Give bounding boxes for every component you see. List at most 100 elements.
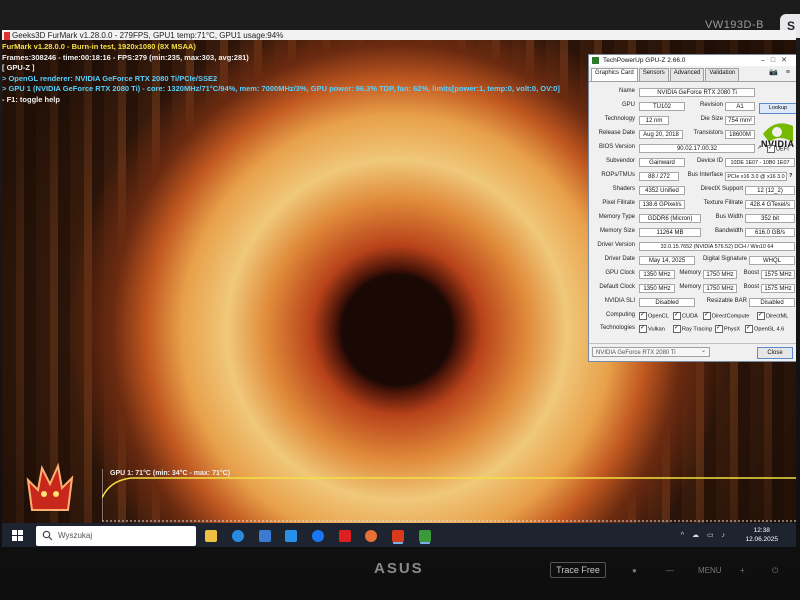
field-gpu[interactable]: TU102 (639, 102, 685, 111)
bus-help-button[interactable]: ? (789, 173, 792, 179)
field-device-id[interactable]: 10DE 1E07 - 10B0 1E07 (725, 158, 795, 167)
field-sli[interactable]: Disabled (639, 298, 695, 307)
label-gpu-clock: GPU Clock (605, 270, 635, 276)
device-select[interactable]: NVIDIA GeForce RTX 2080 Ti (592, 346, 710, 357)
clock-time: 12:38 (753, 527, 770, 534)
overlay-line-gpuz: [ GPU-Z ] (2, 63, 35, 72)
edge-icon[interactable] (232, 530, 244, 542)
label-revision: Revision (699, 102, 723, 108)
clock-date: 12.06.2025 (745, 536, 778, 543)
gpuz-graphics-card-panel: Name NVIDIA GeForce RTX 2080 Ti Lookup G… (589, 82, 796, 340)
label-subvendor: Subvendor (605, 158, 635, 164)
gpuz-app-icon (592, 57, 599, 64)
field-transistors[interactable]: 18600M (725, 130, 755, 139)
browser-icon[interactable] (365, 530, 377, 542)
field-release-date[interactable]: Aug 20, 2018 (639, 130, 683, 139)
label-memory-clock: Memory (679, 270, 701, 276)
checkbox-vulkan: Vulkan (639, 324, 665, 333)
label-bandwidth: Bandwidth (714, 228, 743, 234)
field-directx[interactable]: 12 (12_2) (745, 186, 795, 195)
field-driver-version[interactable]: 32.0.15.7652 (NVIDIA 576.52) DCH / Win10… (639, 242, 795, 251)
monitor-brand-logo: ASUS (374, 560, 424, 577)
overlay-line-gpu-stats: > GPU 1 (NVIDIA GeForce RTX 2080 Ti) - c… (2, 84, 560, 93)
field-driver-date[interactable]: May 14, 2025 (639, 256, 695, 265)
monitor-menu-button[interactable]: MENU (698, 566, 722, 575)
field-die-size[interactable]: 754 mm² (725, 116, 755, 125)
taskbar-clock[interactable]: 12:38 12.06.2025 (745, 526, 778, 544)
gpuz-title: TechPowerUp GPU-Z 2.66.0 (603, 57, 686, 64)
furmark-window-title: Geeks3D FurMark v1.28.0.0 - 279FPS, GPU1… (12, 31, 284, 40)
field-default-memory[interactable]: 1750 MHz (703, 284, 737, 293)
field-pixel-fillrate[interactable]: 138.6 GPixel/s (639, 200, 685, 209)
field-bus-interface[interactable]: PCIe x16 3.0 @ x16 3.0 (725, 172, 787, 181)
screen: Geeks3D FurMark v1.28.0.0 - 279FPS, GPU1… (2, 30, 796, 547)
store-icon[interactable] (259, 530, 271, 542)
field-shaders[interactable]: 4352 Unified (639, 186, 685, 195)
overlay-line-help: - F1: toggle help (2, 94, 60, 104)
checkbox-directcompute: DirectCompute (703, 311, 749, 320)
window-controls[interactable]: –□✕ (761, 55, 793, 66)
label-name: Name (618, 88, 635, 94)
windows-start-icon[interactable] (12, 530, 23, 541)
camera-menu-icons[interactable]: 📷 ≡ (769, 68, 793, 76)
youtube-icon[interactable] (339, 530, 351, 542)
field-bandwidth[interactable]: 616.0 GB/s (745, 228, 795, 237)
facebook-icon[interactable] (312, 530, 324, 542)
field-subvendor[interactable]: Gainward (639, 158, 685, 167)
tab-sensors[interactable]: Sensors (638, 68, 669, 81)
field-bus-width[interactable]: 352 bit (745, 214, 795, 223)
field-boost[interactable]: 1575 MHz (761, 270, 795, 279)
label-default-memory: Memory (679, 284, 701, 290)
gpuz-titlebar[interactable]: TechPowerUp GPU-Z 2.66.0 –□✕ (589, 55, 796, 66)
field-default-clock[interactable]: 1350 MHz (639, 284, 675, 293)
field-memory-clock[interactable]: 1750 MHz (703, 270, 737, 279)
search-placeholder: Wyszukaj (58, 531, 93, 540)
windows-taskbar: Wyszukaj ^ ☁ ▭ ♪ 12:38 12.06.2025 (2, 523, 796, 547)
monitor-trace-free-button[interactable]: Trace Free (550, 562, 606, 578)
label-directx: DirectX Support (700, 186, 743, 192)
search-icon (42, 530, 53, 541)
label-computing: Computing (605, 312, 635, 318)
field-resizable-bar[interactable]: Disabled (749, 298, 795, 307)
temperature-graph-label: GPU 1: 71°C (min: 34°C - max: 71°C) (110, 470, 231, 477)
field-digital-signature[interactable]: WHQL (749, 256, 795, 265)
tab-graphics-card[interactable]: Graphics Card (591, 68, 638, 81)
label-bus-interface: Bus Interface (687, 172, 723, 178)
label-bios: BIOS Version (598, 144, 635, 150)
label-digital-signature: Digital Signature (702, 256, 747, 262)
mail-icon[interactable] (285, 530, 297, 542)
field-memory-type[interactable]: GDDR6 (Micron) (639, 214, 701, 223)
system-tray-icons[interactable]: ^ ☁ ▭ ♪ (681, 531, 728, 539)
label-boost: Boost (743, 270, 759, 276)
label-resizable-bar: Resizable BAR (706, 298, 747, 304)
gpuz-taskbar-icon[interactable] (419, 530, 431, 542)
monitor-button-3[interactable]: + (740, 566, 745, 575)
furmark-taskbar-icon[interactable] (392, 530, 404, 542)
field-rops[interactable]: 88 / 272 (639, 172, 679, 181)
share-icon[interactable]: ↗ (757, 145, 762, 151)
monitor-button-1[interactable]: ● (632, 566, 637, 575)
field-name[interactable]: NVIDIA GeForce RTX 2080 Ti (639, 88, 755, 97)
field-texture-fillrate[interactable]: 428.4 GTexel/s (745, 200, 795, 209)
monitor-button-2[interactable]: — (666, 566, 674, 575)
monitor-power-icon[interactable]: ⏻ (772, 566, 778, 576)
monitor-bezel: VW193D-B S Geeks3D FurMark v1.28.0.0 - 2… (0, 0, 800, 600)
field-revision[interactable]: A1 (725, 102, 755, 111)
close-button[interactable]: Close (757, 347, 793, 359)
tab-validation[interactable]: Validation (705, 68, 740, 81)
overlay-line-renderer: > OpenGL renderer: NVIDIA GeForce RTX 20… (2, 73, 218, 83)
field-default-boost[interactable]: 1575 MHz (761, 284, 795, 293)
label-texture-fillrate: Texture Fillrate (703, 200, 743, 206)
label-die-size: Die Size (700, 116, 723, 122)
tab-advanced[interactable]: Advanced (669, 68, 705, 81)
file-explorer-icon[interactable] (205, 530, 217, 542)
taskbar-search-input[interactable]: Wyszukaj (36, 526, 196, 546)
field-memory-size[interactable]: 11264 MB (639, 228, 701, 237)
uefi-checkbox: UEFI (767, 144, 789, 153)
field-gpu-clock[interactable]: 1350 MHz (639, 270, 675, 279)
field-bios[interactable]: 90.02.17.00.32 (639, 144, 755, 153)
overlay-line-title: FurMark v1.28.0.0 - Burn-in test, 1920x1… (2, 42, 196, 51)
checkbox-opengl: OpenGL 4.6 (745, 324, 784, 333)
label-sli: NVIDIA SLI (604, 298, 635, 304)
field-technology[interactable]: 12 nm (639, 116, 669, 125)
